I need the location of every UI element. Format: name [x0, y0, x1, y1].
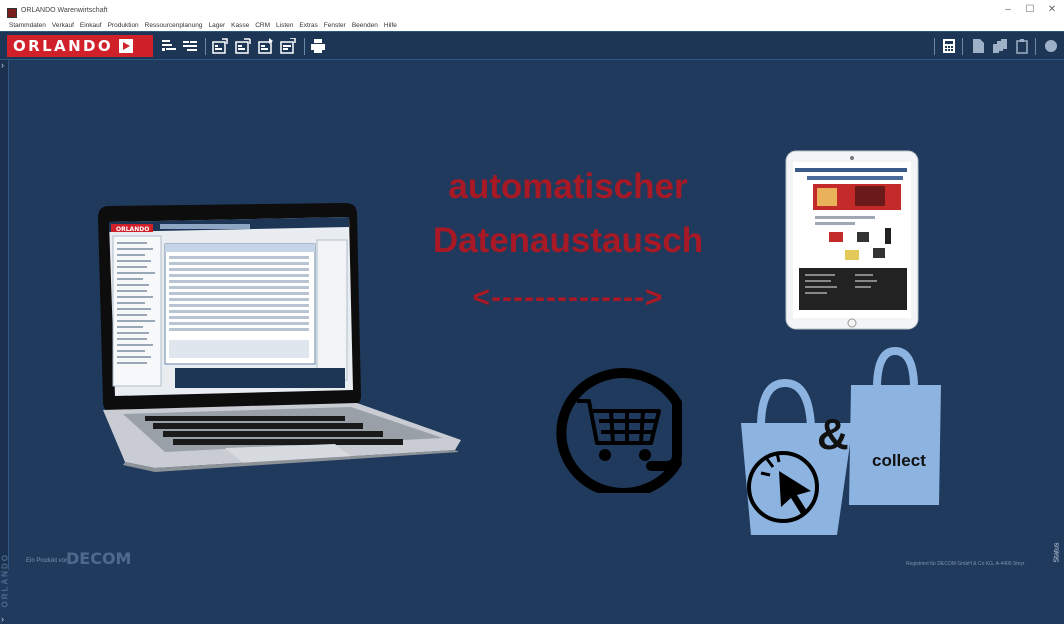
menu-verkauf[interactable]: Verkauf	[52, 20, 74, 31]
left-sidebar-strip[interactable]: › ORLANDO ›	[0, 60, 10, 624]
status-tab[interactable]: Status	[1051, 520, 1063, 570]
menu-extras[interactable]: Extras	[299, 20, 317, 31]
doc-export-icon[interactable]	[235, 38, 251, 54]
expand-chevron-icon[interactable]: ›	[1, 614, 4, 624]
toolbar-separator	[205, 38, 206, 55]
window-title: ORLANDO Warenwirtschaft	[21, 7, 108, 14]
clipboard-icon[interactable]	[1014, 38, 1030, 54]
expand-chevron-icon[interactable]: ›	[1, 60, 4, 70]
toolbar-separator	[962, 38, 963, 55]
status-label: Status	[1053, 542, 1061, 563]
shopping-bags-icon: &	[741, 346, 941, 535]
document-icon[interactable]	[970, 38, 986, 54]
list-up-icon[interactable]	[182, 38, 198, 54]
list-add-icon[interactable]	[161, 38, 177, 54]
menu-lager[interactable]: Lager	[209, 20, 226, 31]
toolbar-separator	[304, 38, 305, 55]
title-bar: ORLANDO Warenwirtschaft – ☐ ✕	[0, 0, 1064, 20]
ampersand-text: &	[817, 410, 849, 459]
footer-product-by: Ein Produkt von	[26, 558, 69, 564]
toolbar: ORLANDO	[0, 31, 1064, 60]
doc-sync-icon[interactable]	[258, 38, 274, 54]
doc-transfer-icon[interactable]	[280, 38, 296, 54]
logo-text: ORLANDO	[13, 37, 114, 55]
menu-einkauf[interactable]: Einkauf	[80, 20, 102, 31]
toolbar-separator	[1035, 38, 1036, 55]
globe-icon[interactable]	[1043, 38, 1059, 54]
registration-text: Registriert für DECOM GmbH & Co KG, A-44…	[906, 561, 1025, 567]
doc-import-icon[interactable]	[212, 38, 228, 54]
logo-arrow-icon	[119, 39, 134, 53]
sidebar-brand: ORLANDO	[0, 553, 10, 608]
menu-kasse[interactable]: Kasse	[231, 20, 249, 31]
maximize-button[interactable]: ☐	[1022, 4, 1038, 15]
menu-ressourcenplanung[interactable]: Ressourcenplanung	[145, 20, 203, 31]
collect-label: collect	[872, 451, 926, 470]
menu-listen[interactable]: Listen	[276, 20, 293, 31]
toolbar-separator	[934, 38, 935, 55]
app-icon	[7, 8, 17, 18]
menu-crm[interactable]: CRM	[255, 20, 270, 31]
menu-fenster[interactable]: Fenster	[324, 20, 346, 31]
menu-bar: Stammdaten Verkauf Einkauf Produktion Re…	[0, 20, 1064, 31]
menu-produktion[interactable]: Produktion	[108, 20, 139, 31]
online-shop-cart-icon	[556, 368, 682, 493]
minimize-button[interactable]: –	[1000, 4, 1016, 15]
menu-hilfe[interactable]: Hilfe	[384, 20, 397, 31]
menu-beenden[interactable]: Beenden	[352, 20, 378, 31]
menu-stammdaten[interactable]: Stammdaten	[9, 20, 46, 31]
calculator-icon[interactable]	[941, 38, 957, 54]
print-icon[interactable]	[310, 38, 326, 54]
multi-document-icon[interactable]	[992, 38, 1008, 54]
close-button[interactable]: ✕	[1044, 4, 1060, 15]
tablet-image	[785, 150, 919, 330]
orlando-logo[interactable]: ORLANDO	[7, 35, 153, 57]
decom-logo: DECOM	[66, 549, 132, 568]
